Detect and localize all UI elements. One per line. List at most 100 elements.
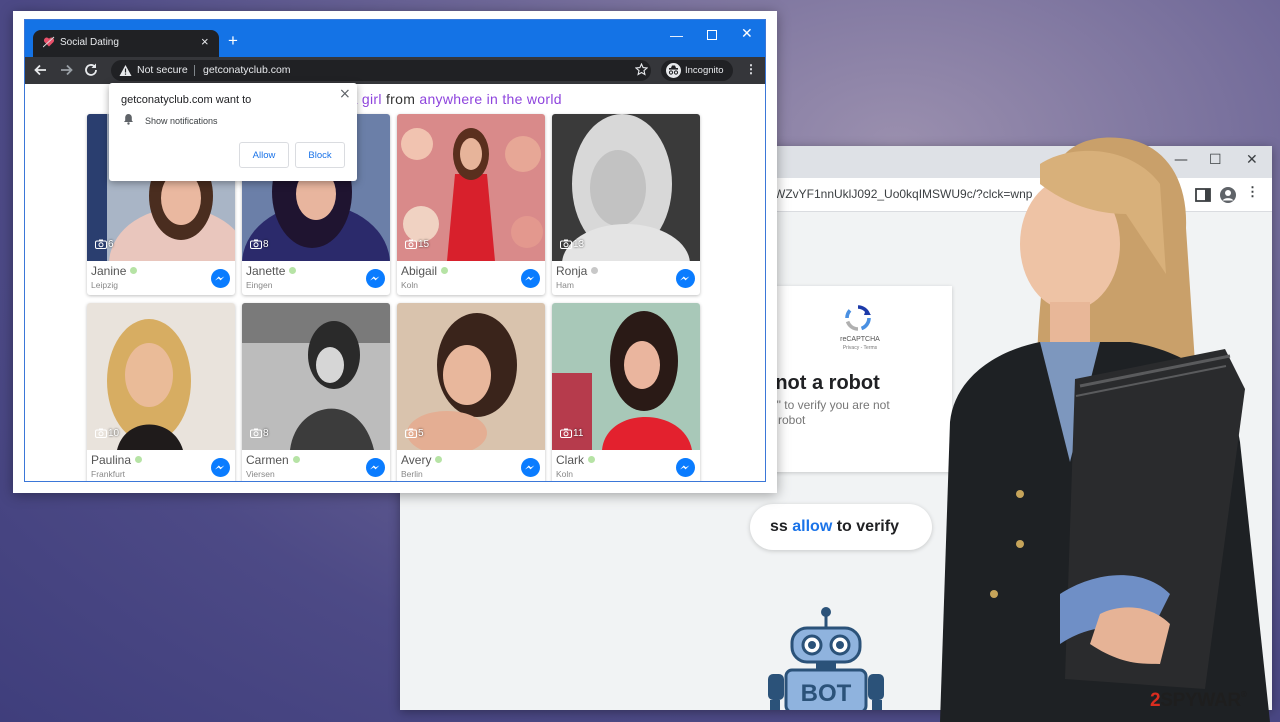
profile-city: Leipzig	[91, 280, 118, 290]
profile-name[interactable]: Ronja	[556, 264, 599, 278]
profile-city: Berlin	[401, 469, 423, 479]
profile-name-text: Clark	[556, 453, 585, 467]
profile-card[interactable]: 11 Clark Koln	[552, 303, 700, 481]
messenger-icon[interactable]	[211, 269, 230, 288]
profile-name-text: Janette	[246, 264, 286, 278]
camera-icon	[405, 428, 417, 438]
new-tab-icon[interactable]: +	[228, 31, 238, 51]
menu-icon[interactable]: ⋮	[745, 62, 757, 76]
profile-name-text: Abigail	[401, 264, 438, 278]
front-titlebar: Social Dating × + — ✕	[25, 20, 765, 57]
online-status-dot	[435, 456, 443, 463]
offline-status-dot	[591, 267, 599, 274]
front-toolbar: Not secure getconatyclub.com Incognito ⋮	[25, 57, 765, 84]
online-status-dot	[135, 456, 143, 463]
incognito-icon	[666, 63, 681, 78]
watermark-number: 2	[1150, 690, 1161, 711]
photo-count: 10	[95, 428, 119, 439]
profile-card[interactable]: 8 Carmen Viersen	[242, 303, 390, 481]
notification-title: getconatyclub.com want to	[121, 94, 252, 106]
recaptcha-icon	[845, 305, 871, 331]
photo-count: 8	[250, 428, 269, 439]
profile-name-text: Paulina	[91, 453, 132, 467]
profile-name[interactable]: Abigail	[401, 264, 449, 278]
photo-count: 8	[250, 239, 269, 250]
popup-close-icon[interactable]: ×	[339, 86, 351, 102]
minimize-icon[interactable]: —	[670, 28, 683, 43]
profile-name-text: Ronja	[556, 264, 588, 278]
maximize-icon[interactable]	[707, 30, 717, 40]
press-suffix: to verify	[836, 518, 899, 535]
messenger-icon[interactable]	[676, 458, 695, 477]
address-bar[interactable]: Not secure getconatyclub.com	[111, 60, 651, 81]
profile-name-text: Janine	[91, 264, 127, 278]
photo-count-value: 13	[573, 239, 585, 250]
photo-count-value: 15	[418, 239, 430, 250]
photo-count: 5	[405, 428, 424, 439]
star-icon[interactable]	[635, 63, 648, 76]
forward-arrow-icon[interactable]	[58, 62, 74, 78]
security-label[interactable]: Not secure	[137, 64, 188, 76]
messenger-icon[interactable]	[521, 269, 540, 288]
profile-city: Frankfurt	[91, 469, 126, 479]
recaptcha-label: reCAPTCHA	[840, 336, 880, 343]
profile-name[interactable]: Janette	[246, 264, 297, 278]
profile-name[interactable]: Paulina	[91, 453, 143, 467]
camera-icon	[250, 239, 262, 249]
reload-icon[interactable]	[83, 62, 99, 78]
profile-name[interactable]: Clark	[556, 453, 596, 467]
tab-title: Social Dating	[60, 37, 119, 48]
messenger-icon[interactable]	[211, 458, 230, 477]
messenger-icon[interactable]	[366, 269, 385, 288]
close-icon[interactable]: ✕	[741, 26, 753, 42]
photo-count-value: 8	[263, 428, 269, 439]
search-headline: ch a girl from anywhere in the world	[330, 91, 562, 107]
profile-name[interactable]: Janine	[91, 264, 138, 278]
bell-icon	[124, 114, 133, 125]
online-status-dot	[588, 456, 596, 463]
search-anywhere-link[interactable]: anywhere in the world	[419, 91, 562, 107]
woman-with-folder-illustration	[940, 137, 1270, 722]
messenger-icon[interactable]	[366, 458, 385, 477]
tab-close-icon[interactable]: ×	[201, 34, 209, 49]
recaptcha-links[interactable]: Privacy - Terms	[820, 345, 900, 351]
messenger-icon[interactable]	[676, 269, 695, 288]
photo-count-value: 8	[263, 239, 269, 250]
camera-icon	[560, 428, 572, 438]
incognito-badge[interactable]: Incognito	[661, 60, 733, 81]
camera-icon	[560, 239, 572, 249]
allow-button[interactable]: Allow	[239, 142, 289, 168]
search-from: from	[385, 91, 416, 107]
camera-icon	[95, 239, 107, 249]
warning-icon[interactable]	[119, 64, 132, 77]
profile-card[interactable]: 13 Ronja Ham	[552, 114, 700, 295]
profile-name[interactable]: Avery	[401, 453, 443, 467]
watermark-registered: ®	[1240, 690, 1247, 699]
url-text[interactable]: getconatyclub.com	[203, 64, 291, 76]
profile-card[interactable]: 5 Avery Berlin	[397, 303, 545, 481]
camera-icon	[405, 239, 417, 249]
tab-social-dating[interactable]: Social Dating ×	[33, 30, 219, 57]
photo-count-value: 6	[108, 239, 114, 250]
press-allow-word: allow	[792, 518, 833, 535]
bot-icon: BOT	[768, 607, 884, 710]
front-browser-window: Social Dating × + — ✕ Not secure getcona…	[13, 11, 777, 493]
block-button[interactable]: Block	[295, 142, 345, 168]
watermark-text: SPYWAR	[1160, 690, 1241, 711]
profile-card[interactable]: 10 Paulina Frankfurt	[87, 303, 235, 481]
notification-permission-text: Show notifications	[145, 116, 218, 126]
notification-permission-popup: getconatyclub.com want to × Show notific…	[109, 83, 357, 181]
profile-name[interactable]: Carmen	[246, 453, 300, 467]
incognito-label: Incognito	[685, 65, 724, 76]
back-arrow-icon[interactable]	[33, 62, 49, 78]
online-status-dot	[441, 267, 449, 274]
online-status-dot	[292, 456, 300, 463]
profile-card[interactable]: 15 Abigail Koln	[397, 114, 545, 295]
cupid-favicon-icon	[43, 36, 55, 48]
profile-name-text: Carmen	[246, 453, 289, 467]
profile-city: Koln	[556, 469, 574, 479]
messenger-icon[interactable]	[521, 458, 540, 477]
watermark-logo: 2SPYWAR®	[1150, 690, 1247, 712]
photo-count-value: 5	[418, 428, 424, 439]
omnibox-divider	[194, 65, 195, 76]
